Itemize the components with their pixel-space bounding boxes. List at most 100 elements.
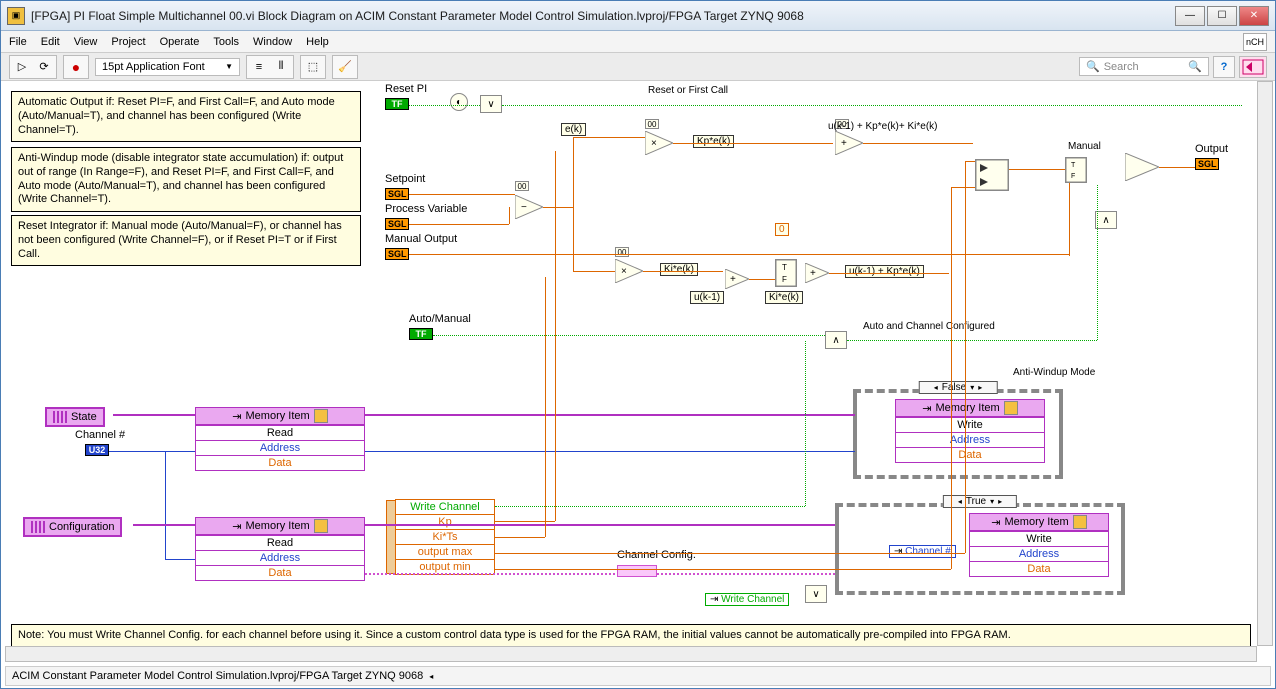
- vertical-scrollbar[interactable]: [1257, 81, 1273, 646]
- memory-data-row: Data: [196, 455, 364, 470]
- distribute-button[interactable]: ⫴: [271, 57, 291, 77]
- add-node-2[interactable]: +: [805, 263, 829, 283]
- terminal-output[interactable]: SGL: [1195, 158, 1219, 170]
- block-diagram-icon[interactable]: [1239, 56, 1267, 78]
- label-anti-windup: Anti-Windup Mode: [1010, 367, 1098, 378]
- wire: [509, 207, 510, 224]
- wire: [951, 187, 975, 188]
- memory-read-state[interactable]: ⇥Memory Item Read Address Data: [195, 407, 365, 471]
- search-input[interactable]: 🔍 Search 🔍: [1079, 57, 1209, 76]
- align-group: ≡ ⫴: [246, 55, 294, 79]
- case-selector-true[interactable]: ◂True▾▸: [943, 495, 1017, 508]
- context-help-icon[interactable]: nCH: [1243, 33, 1267, 51]
- unbundle-config[interactable]: Write Channel Kp Ki*Ts output max output…: [395, 499, 495, 575]
- cleanup-button[interactable]: 🧹: [335, 57, 355, 77]
- configuration-label: Configuration: [49, 521, 114, 533]
- wire: [863, 143, 973, 144]
- label-ki-ek: Ki*e(k): [660, 263, 698, 276]
- state-label: State: [71, 411, 97, 423]
- configuration-constant[interactable]: Configuration: [23, 517, 122, 537]
- align-button[interactable]: ≡: [249, 57, 269, 77]
- menu-window[interactable]: Window: [253, 36, 292, 48]
- add-node-main[interactable]: +: [835, 131, 863, 155]
- run-button[interactable]: ▷: [12, 57, 32, 77]
- memory-data-row: Data: [970, 561, 1108, 576]
- ub-write-channel: Write Channel: [396, 500, 494, 515]
- and-node-1[interactable]: ∧: [1095, 211, 1117, 229]
- output-select-node[interactable]: [1125, 153, 1159, 181]
- or-node-write[interactable]: ∨: [805, 585, 827, 603]
- add-node-1[interactable]: +: [725, 269, 749, 289]
- memory-write-row: Write: [970, 531, 1108, 546]
- abort-group: ●: [63, 55, 89, 79]
- comment-auto-output: Automatic Output if: Reset PI=F, and Fir…: [11, 91, 361, 142]
- menu-operate[interactable]: Operate: [160, 36, 200, 48]
- first-call-node[interactable]: ◐: [450, 93, 468, 111]
- wire-bool: [433, 335, 825, 336]
- case-selector-false[interactable]: ◂False▾▸: [919, 381, 998, 394]
- wire-cluster: [657, 573, 835, 575]
- terminal-reset-pi[interactable]: TF: [385, 98, 409, 110]
- subtract-node[interactable]: −: [515, 195, 543, 219]
- select-auto-manual[interactable]: TF: [1065, 157, 1087, 183]
- statusbar: ACIM Constant Parameter Model Control Si…: [5, 666, 1271, 686]
- multiply-kp-node[interactable]: ×: [645, 131, 673, 155]
- run-continuous-button[interactable]: ⟳: [34, 57, 54, 77]
- minimize-button[interactable]: —: [1175, 6, 1205, 26]
- multiply-ki-node[interactable]: ×: [615, 259, 643, 283]
- wire: [495, 537, 545, 538]
- memory-header: ⇥Memory Item: [196, 408, 364, 425]
- maximize-button[interactable]: ☐: [1207, 6, 1237, 26]
- menu-tools[interactable]: Tools: [213, 36, 239, 48]
- wire: [543, 207, 573, 208]
- horizontal-scrollbar[interactable]: [5, 646, 1257, 662]
- label-channel-config: Channel Config.: [617, 549, 696, 561]
- memory-address-row: Address: [970, 546, 1108, 561]
- menu-edit[interactable]: Edit: [41, 36, 60, 48]
- close-button[interactable]: ✕: [1239, 6, 1269, 26]
- wire-bool: [805, 341, 806, 506]
- case-state-write[interactable]: ◂False▾▸ ⇥Memory Item Write Address Data: [853, 389, 1063, 479]
- label-channel-num: Channel #: [75, 429, 125, 441]
- wire: [573, 271, 615, 272]
- menu-view[interactable]: View: [74, 36, 98, 48]
- label-process-variable: Process Variable: [385, 203, 467, 215]
- or-node-1[interactable]: ∨: [480, 95, 502, 113]
- and-node-auto[interactable]: ∧: [825, 331, 847, 349]
- in-range-coerce-node[interactable]: [975, 159, 1009, 191]
- wire: [495, 521, 555, 522]
- svg-text:×: ×: [621, 266, 627, 277]
- channel-config-constant[interactable]: [617, 565, 657, 577]
- menu-project[interactable]: Project: [111, 36, 145, 48]
- terminal-manual-output[interactable]: SGL: [385, 248, 409, 260]
- memory-write-state[interactable]: ⇥Memory Item Write Address Data: [895, 399, 1045, 463]
- wire: [409, 194, 515, 195]
- help-button[interactable]: ?: [1213, 56, 1235, 78]
- wire: [829, 273, 949, 274]
- wire-ref: [365, 524, 835, 526]
- state-constant[interactable]: State: [45, 407, 105, 427]
- block-diagram-canvas[interactable]: Automatic Output if: Reset PI=F, and Fir…: [5, 81, 1257, 662]
- wire: [573, 207, 574, 271]
- chevron-left-icon[interactable]: ◂: [429, 672, 433, 681]
- wire-u32: [165, 451, 166, 559]
- memory-read-row: Read: [196, 425, 364, 440]
- select-node-1[interactable]: TF: [775, 259, 797, 287]
- reorder-button[interactable]: ⬚: [303, 57, 323, 77]
- memory-read-config[interactable]: ⇥Memory Item Read Address Data: [195, 517, 365, 581]
- memory-write-config[interactable]: ⇥Memory Item Write Address Data: [969, 513, 1109, 577]
- terminal-channel-num[interactable]: U32: [85, 444, 109, 456]
- abort-button[interactable]: ●: [66, 57, 86, 77]
- comment-bottom-note: Note: You must Write Channel Config. for…: [11, 624, 1251, 648]
- menu-file[interactable]: File: [9, 36, 27, 48]
- terminal-setpoint[interactable]: SGL: [385, 188, 409, 200]
- case-config-write[interactable]: ◂True▾▸ ⇥ Channel # ⇥Memory Item Write A…: [835, 503, 1125, 595]
- memory-data-row: Data: [896, 447, 1044, 462]
- menu-help[interactable]: Help: [306, 36, 329, 48]
- label-setpoint: Setpoint: [385, 173, 425, 185]
- wire: [555, 151, 556, 521]
- font-selector[interactable]: 15pt Application Font ▼: [95, 58, 240, 76]
- terminal-auto-manual[interactable]: TF: [409, 328, 433, 340]
- wire: [573, 137, 574, 207]
- terminal-process-variable[interactable]: SGL: [385, 218, 409, 230]
